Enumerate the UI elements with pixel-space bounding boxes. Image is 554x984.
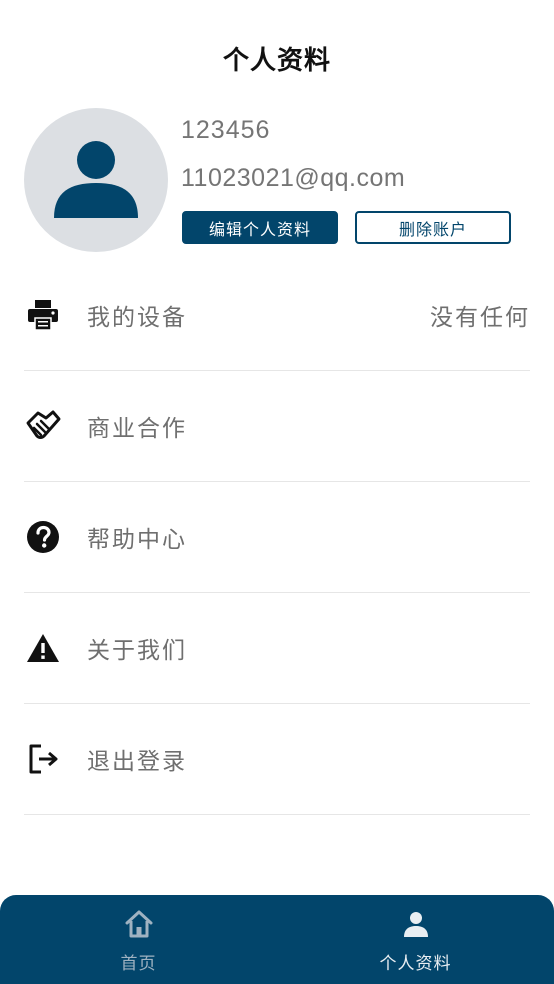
help-circle-icon xyxy=(24,518,62,556)
warning-icon xyxy=(24,629,62,667)
menu-item-logout[interactable]: 退出登录 xyxy=(24,704,530,815)
menu-item-label: 商业合作 xyxy=(87,416,187,442)
menu-item-help-center[interactable]: 帮助中心 xyxy=(24,482,530,593)
menu-item-about-us[interactable]: 关于我们 xyxy=(24,593,530,704)
delete-account-button[interactable]: 删除账户 xyxy=(355,211,511,244)
logout-icon xyxy=(24,740,62,778)
bottom-nav: 首页 个人资料 xyxy=(0,895,554,984)
home-icon xyxy=(124,909,154,939)
email: 11023021@qq.com xyxy=(181,164,406,192)
menu-item-label: 我的设备 xyxy=(87,305,187,331)
menu-item-business-cooperation[interactable]: 商业合作 xyxy=(24,371,530,482)
username: 123456 xyxy=(181,116,271,144)
user-icon xyxy=(401,909,431,939)
nav-home-label: 首页 xyxy=(120,954,157,974)
printer-icon xyxy=(24,296,62,334)
nav-profile[interactable]: 个人资料 xyxy=(277,895,554,984)
menu-item-label: 关于我们 xyxy=(87,638,187,664)
edit-profile-button[interactable]: 编辑个人资料 xyxy=(182,211,338,244)
user-silhouette-icon xyxy=(54,141,138,218)
devices-status: 没有任何 xyxy=(430,305,530,331)
menu-item-label: 帮助中心 xyxy=(87,527,187,553)
nav-home[interactable]: 首页 xyxy=(0,895,277,984)
menu-item-my-devices[interactable]: 我的设备 没有任何 xyxy=(24,260,530,371)
settings-menu: 我的设备 没有任何 商业合作 帮助中心 关于我们 退出登录 xyxy=(24,260,530,815)
profile-page: 个人资料 123456 11023021@qq.com 编辑个人资料 删除账户 … xyxy=(0,0,554,984)
menu-item-label: 退出登录 xyxy=(87,749,187,775)
handshake-icon xyxy=(24,407,62,445)
avatar[interactable] xyxy=(24,108,168,252)
page-title: 个人资料 xyxy=(222,46,331,76)
nav-profile-label: 个人资料 xyxy=(379,954,452,974)
